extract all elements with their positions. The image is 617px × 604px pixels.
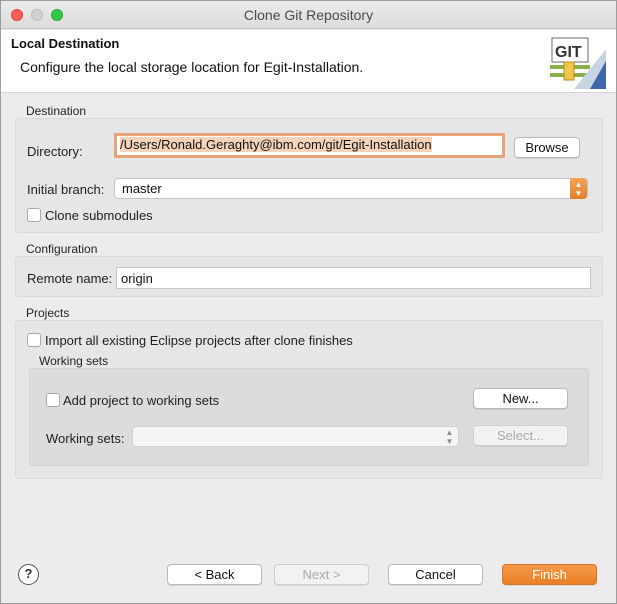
clone-submodules-checkbox[interactable]: [27, 208, 41, 222]
git-logo-icon: GIT: [550, 37, 606, 89]
select-working-sets-button[interactable]: Select...: [473, 425, 568, 446]
browse-button[interactable]: Browse: [514, 137, 580, 158]
clone-git-repository-dialog: Clone Git Repository Local Destination C…: [0, 0, 617, 604]
page-description: Configure the local storage location for…: [20, 59, 364, 75]
import-projects-checkbox[interactable]: [27, 333, 41, 347]
working-sets-group: [29, 368, 589, 466]
working-sets-select[interactable]: ▲ ▼: [132, 426, 459, 447]
clone-submodules-label[interactable]: Clone submodules: [45, 208, 153, 223]
chevron-up-down-icon: ▲ ▼: [570, 178, 587, 199]
initial-branch-select[interactable]: master ▲ ▼: [114, 178, 588, 199]
page-title: Local Destination: [11, 36, 120, 51]
remote-name-label: Remote name:: [27, 271, 113, 286]
remote-name-input[interactable]: origin: [116, 267, 591, 289]
projects-group-label: Projects: [26, 306, 70, 320]
initial-branch-label: Initial branch:: [27, 182, 105, 197]
git-logo-text: GIT: [555, 44, 582, 61]
add-to-working-sets-label[interactable]: Add project to working sets: [63, 393, 219, 408]
destination-group-label: Destination: [26, 104, 87, 118]
add-to-working-sets-checkbox[interactable]: [46, 393, 60, 407]
next-button[interactable]: Next >: [274, 564, 369, 585]
finish-button[interactable]: Finish: [502, 564, 597, 585]
configuration-group-label: Configuration: [26, 242, 98, 256]
title-bar: Clone Git Repository: [1, 1, 616, 29]
working-sets-group-label: Working sets: [39, 354, 109, 368]
cancel-button[interactable]: Cancel: [388, 564, 483, 585]
directory-input[interactable]: /Users/Ronald.Geraghty@ibm.com/git/Egit-…: [114, 133, 505, 158]
working-sets-label: Working sets:: [46, 431, 125, 446]
directory-label: Directory:: [27, 144, 83, 159]
new-working-set-button[interactable]: New...: [473, 388, 568, 409]
wizard-header: Local Destination Configure the local st…: [1, 30, 616, 93]
chevron-up-down-icon: ▲ ▼: [445, 428, 454, 446]
back-button[interactable]: < Back: [167, 564, 262, 585]
import-projects-label[interactable]: Import all existing Eclipse projects aft…: [45, 333, 353, 348]
help-icon[interactable]: ?: [18, 564, 39, 585]
initial-branch-value: master: [122, 181, 162, 196]
directory-input-value: /Users/Ronald.Geraghty@ibm.com/git/Egit-…: [120, 137, 432, 152]
window-title: Clone Git Repository: [243, 7, 374, 23]
